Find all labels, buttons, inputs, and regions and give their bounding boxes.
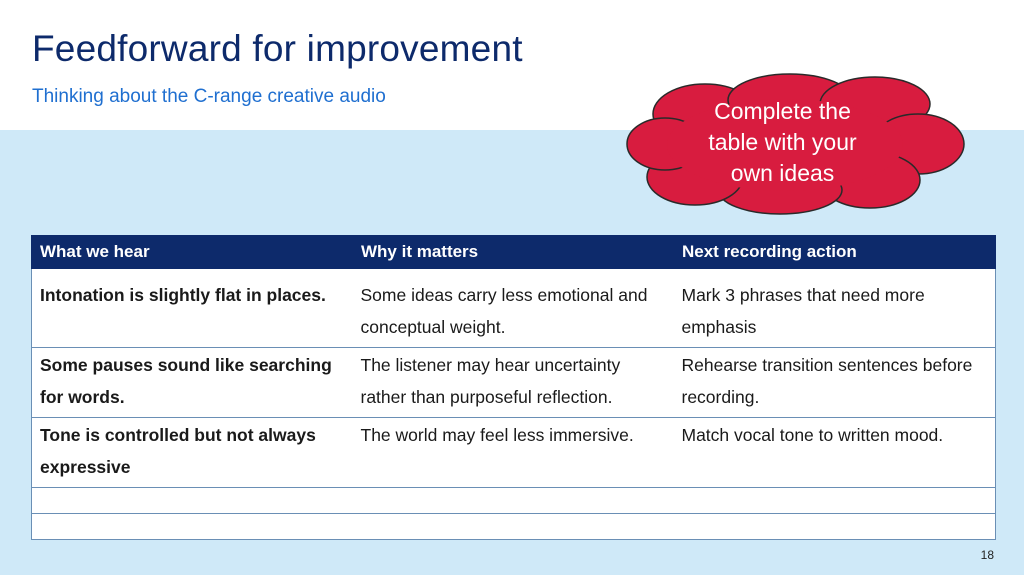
table-cell-empty[interactable] (673, 487, 996, 514)
table-row-empty (31, 513, 996, 540)
column-header: Next recording action (673, 235, 996, 269)
callout-line-1: Complete the (714, 98, 851, 124)
table-row-empty (31, 487, 996, 514)
page-subtitle: Thinking about the C-range creative audi… (32, 86, 386, 107)
table-cell[interactable]: Some pauses sound like searching for wor… (31, 347, 353, 418)
table-row: Intonation is slightly flat in places. S… (31, 268, 996, 348)
callout-line-3: own ideas (730, 160, 835, 186)
table-cell-empty[interactable] (31, 487, 353, 514)
table-cell-empty[interactable] (673, 513, 996, 540)
table-cell[interactable]: The listener may hear uncertainty rather… (352, 347, 674, 418)
table-cell[interactable]: Rehearse transition sentences before rec… (673, 347, 996, 418)
column-header: Why it matters (352, 235, 674, 269)
table-cell[interactable]: Intonation is slightly flat in places. (31, 268, 353, 348)
callout-line-2: table with your (708, 129, 857, 155)
table-cell[interactable]: Match vocal tone to written mood. (673, 417, 996, 488)
table-cell-empty[interactable] (352, 487, 674, 514)
table-cell[interactable]: Some ideas carry less emotional and conc… (352, 268, 674, 348)
table-cell[interactable]: Tone is controlled but not always expres… (31, 417, 353, 488)
table-header-row: What we hear Why it matters Next recordi… (31, 235, 996, 269)
table-cell[interactable]: The world may feel less immersive. (352, 417, 674, 488)
table-cell-empty[interactable] (352, 513, 674, 540)
cloud-callout: Complete the table with your own ideas (620, 72, 970, 217)
feedforward-table: What we hear Why it matters Next recordi… (31, 235, 996, 540)
table-cell-empty[interactable] (31, 513, 353, 540)
table-cell[interactable]: Mark 3 phrases that need more emphasis (673, 268, 996, 348)
page-number: 18 (980, 548, 994, 562)
callout-text: Complete the table with your own ideas (680, 96, 885, 189)
table-row: Some pauses sound like searching for wor… (31, 347, 996, 418)
table-row: Tone is controlled but not always expres… (31, 417, 996, 488)
column-header: What we hear (31, 235, 353, 269)
page-title: Feedforward for improvement (32, 28, 523, 69)
